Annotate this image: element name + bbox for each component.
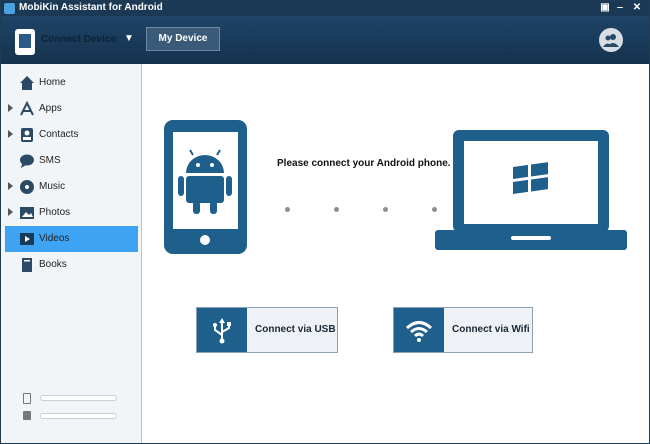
sd-card-icon	[23, 411, 31, 420]
app-logo-icon	[4, 3, 15, 14]
user-account-button[interactable]	[599, 28, 623, 52]
connect-via-usb-button[interactable]: Connect via USB	[196, 307, 338, 353]
toolbar: Connect Device ▼ My Device	[1, 16, 649, 64]
device-selector[interactable]: Connect Device	[41, 34, 116, 45]
wifi-badge	[394, 308, 444, 352]
phone-storage-icon	[23, 393, 31, 404]
sidebar-item-label: SMS	[39, 155, 61, 166]
sidebar-item-label: Music	[39, 181, 66, 192]
expand-arrow-icon[interactable]	[8, 182, 13, 190]
sidebar: Home Apps Contacts SMS Music Photos Vide…	[1, 64, 142, 443]
phone-device-icon	[15, 29, 35, 55]
usb-button-label: Connect via USB	[255, 324, 336, 335]
apps-icon	[20, 101, 34, 116]
minimize-button[interactable]: ‒	[614, 1, 626, 15]
photos-icon	[20, 207, 34, 219]
expand-arrow-icon[interactable]	[8, 104, 13, 112]
users-icon	[603, 34, 619, 47]
my-device-button[interactable]: My Device	[146, 27, 220, 51]
sidebar-item-label: Contacts	[39, 129, 79, 140]
chevron-down-icon[interactable]: ▼	[124, 33, 134, 44]
android-phone-icon	[164, 120, 247, 254]
wifi-button-label: Connect via Wifi	[452, 324, 530, 335]
app-window: MobiKin Assistant for Android ▣ ‒ ✕ Conn…	[0, 0, 650, 444]
sd-card-storage-bar	[40, 413, 117, 419]
connect-instruction: Please connect your Android phone.	[277, 158, 451, 169]
expand-arrow-icon[interactable]	[8, 130, 13, 138]
title-bar: MobiKin Assistant for Android ▣ ‒ ✕	[1, 1, 649, 16]
feedback-icon[interactable]: ▣	[599, 1, 611, 15]
home-icon	[20, 76, 34, 90]
sidebar-item-apps[interactable]: Apps	[5, 96, 138, 122]
sidebar-item-videos[interactable]: Videos	[5, 226, 138, 252]
sidebar-item-label: Photos	[39, 207, 71, 218]
videos-icon	[20, 233, 34, 245]
progress-dot	[383, 207, 388, 212]
sms-icon	[20, 154, 34, 168]
music-icon	[20, 180, 34, 194]
sidebar-item-music[interactable]: Music	[5, 174, 138, 200]
sidebar-item-label: Books	[39, 259, 67, 270]
sidebar-item-label: Home	[39, 77, 66, 88]
contacts-icon	[21, 128, 33, 142]
sidebar-item-contacts[interactable]: Contacts	[5, 122, 138, 148]
expand-arrow-icon[interactable]	[8, 208, 13, 216]
window-title: MobiKin Assistant for Android	[19, 2, 163, 13]
wifi-icon	[405, 321, 433, 342]
windows-laptop-icon	[435, 130, 627, 250]
books-icon	[22, 258, 32, 272]
usb-icon	[213, 318, 231, 344]
sidebar-item-label: Apps	[39, 103, 62, 114]
sidebar-item-home[interactable]: Home	[5, 70, 138, 96]
sidebar-item-sms[interactable]: SMS	[5, 148, 138, 174]
connect-via-wifi-button[interactable]: Connect via Wifi	[393, 307, 533, 353]
main-panel: Please connect your Android phone. Conne…	[143, 64, 649, 443]
phone-storage-bar	[40, 395, 117, 401]
usb-badge	[197, 308, 247, 352]
close-button[interactable]: ✕	[631, 1, 643, 15]
sidebar-item-books[interactable]: Books	[5, 252, 138, 278]
sidebar-item-label: Videos	[39, 233, 70, 244]
sidebar-item-photos[interactable]: Photos	[5, 200, 138, 226]
progress-dot	[334, 207, 339, 212]
progress-dot	[285, 207, 290, 212]
